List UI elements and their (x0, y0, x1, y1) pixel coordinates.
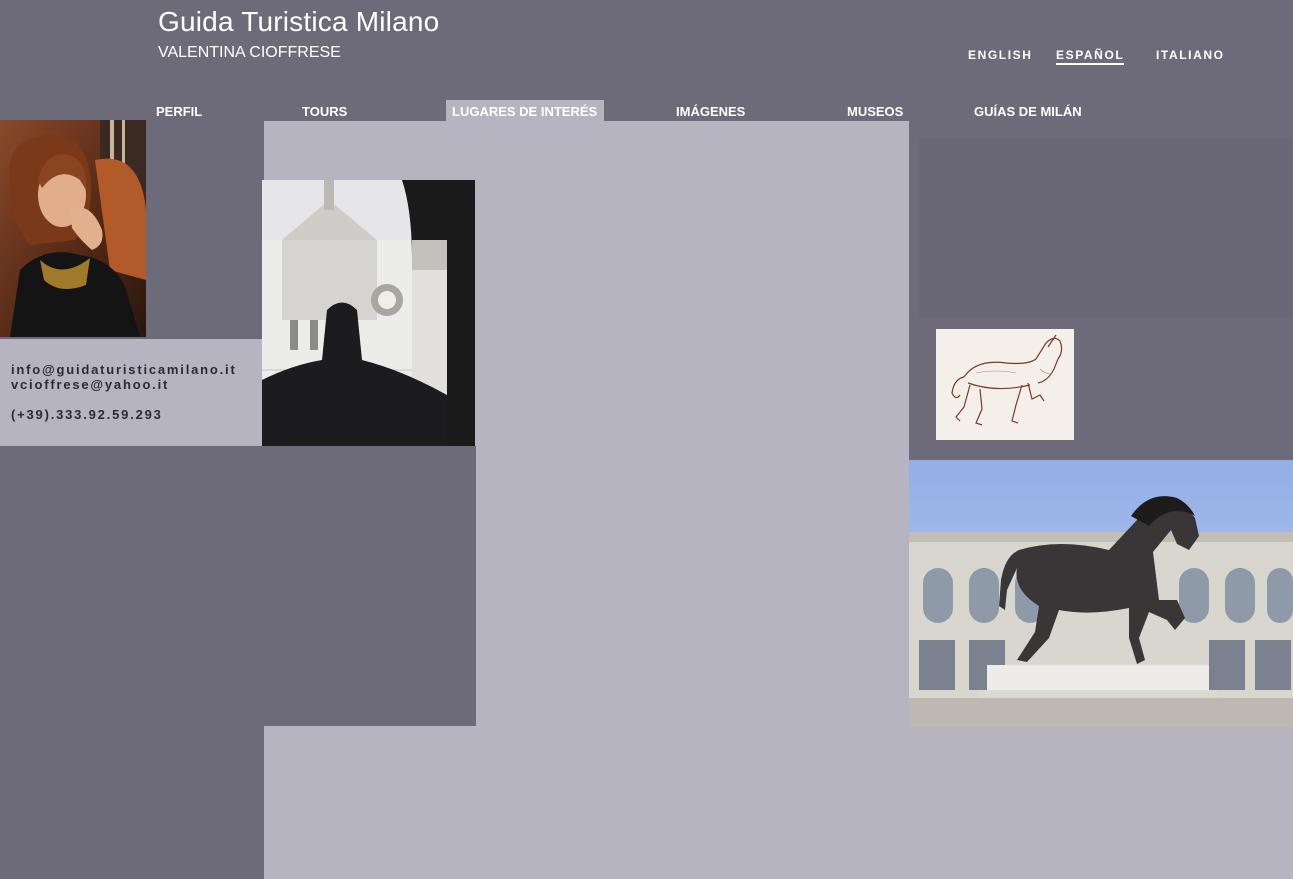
nav-perfil[interactable]: PERFIL (156, 100, 202, 121)
nav-lugares-de-interes[interactable]: LUGARES DE INTERÉS (446, 100, 605, 121)
contact-phone: (+39).333.92.59.293 (11, 407, 163, 422)
nav-guias-de-milan[interactable]: GUÍAS DE MILÁN (974, 100, 1082, 121)
leonardo-horse-statue-photo (909, 460, 1293, 727)
lang-italiano[interactable]: ITALIANO (1156, 48, 1225, 62)
site-subtitle: VALENTINA CIOFFRESE (158, 44, 341, 61)
contact-email-1[interactable]: info@guidaturisticamilano.it (11, 362, 237, 377)
leonardo-horse-sketch (936, 329, 1074, 440)
portrait-photo (0, 120, 146, 337)
lang-espanol[interactable]: ESPAÑOL (1056, 48, 1125, 65)
monumental-cemetery-photo (262, 180, 475, 446)
contact-email-2[interactable]: vcioffrese@yahoo.it (11, 377, 169, 392)
nav-imagenes[interactable]: IMÁGENES (676, 100, 745, 121)
nav-museos[interactable]: MUSEOS (847, 100, 903, 121)
dark-block (262, 446, 476, 726)
site-title[interactable]: Guida Turistica Milano (158, 6, 439, 38)
nav-tours[interactable]: TOURS (302, 100, 347, 121)
right-top-box (919, 139, 1293, 317)
right-lower-panel (909, 727, 1293, 879)
contact-panel (0, 339, 262, 446)
lang-english[interactable]: ENGLISH (968, 48, 1033, 62)
